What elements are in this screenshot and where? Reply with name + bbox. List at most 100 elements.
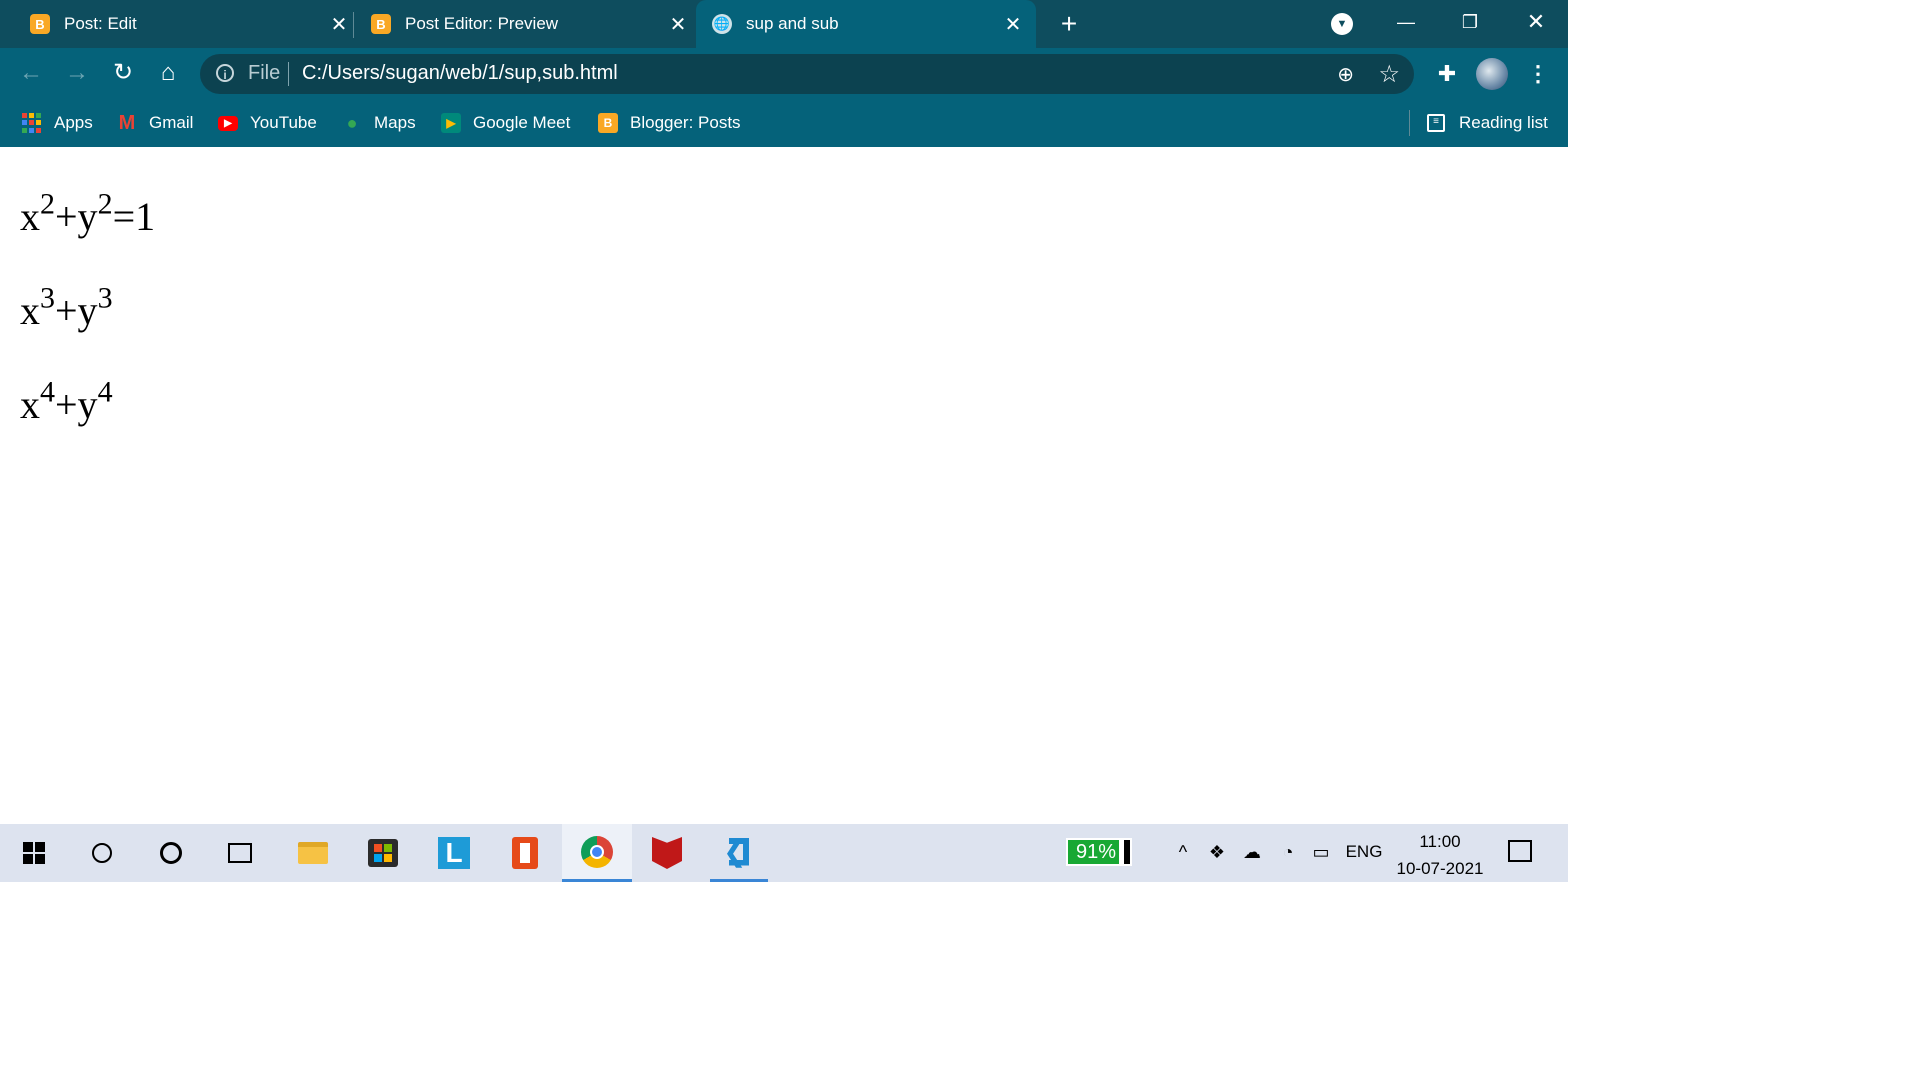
bookmark-youtube[interactable]: ▶ YouTube xyxy=(218,110,317,136)
blogger-icon: B xyxy=(371,14,391,34)
term: +y xyxy=(55,288,98,333)
folder-icon xyxy=(298,842,328,864)
info-icon[interactable]: i xyxy=(216,64,234,82)
tab-divider xyxy=(353,12,354,38)
bookmark-gmail[interactable]: M Gmail xyxy=(117,110,194,136)
bookmark-label: Gmail xyxy=(149,113,194,132)
term: =1 xyxy=(112,194,156,239)
mcafee-icon xyxy=(652,837,682,869)
bookmark-label: Apps xyxy=(54,113,93,132)
home-button[interactable]: ⌂ xyxy=(151,56,185,90)
omnibox-divider xyxy=(288,62,289,86)
url-text[interactable]: C:/Users/sugan/web/1/sup,sub.html xyxy=(302,62,618,85)
task-view-button[interactable] xyxy=(211,824,269,882)
tab-sup-and-sub[interactable]: 🌐 sup and sub ✕ xyxy=(696,0,1036,48)
taskbar-file-explorer[interactable] xyxy=(284,824,342,882)
office-icon xyxy=(512,837,538,869)
page-content: x2+y2=1 x3+y3 x4+y4 xyxy=(20,147,1560,824)
meet-icon: ▶ xyxy=(441,113,461,133)
blogger-icon: B xyxy=(30,14,50,34)
search-button[interactable] xyxy=(73,824,131,882)
language-indicator[interactable]: ENG xyxy=(1344,836,1384,868)
back-button[interactable]: ← xyxy=(14,56,48,90)
new-tab-button[interactable]: + xyxy=(1055,8,1083,40)
taskbar-store[interactable] xyxy=(354,824,412,882)
battery-cap xyxy=(1124,840,1130,864)
gmail-icon: M xyxy=(118,111,136,134)
start-button[interactable] xyxy=(5,824,63,882)
reading-list-button[interactable]: ≡ Reading list xyxy=(1427,110,1548,136)
maps-icon: ● xyxy=(346,112,358,133)
bookmark-google-meet[interactable]: ▶ Google Meet xyxy=(441,110,570,136)
battery-tray-icon[interactable]: ▭ xyxy=(1308,836,1334,868)
task-view-icon xyxy=(228,843,252,863)
chevron-up-icon[interactable]: ^ xyxy=(1172,836,1194,868)
battery-meter[interactable]: 91% xyxy=(1066,838,1132,866)
term: x xyxy=(20,382,40,427)
term: +y xyxy=(55,382,98,427)
close-icon[interactable]: ✕ xyxy=(1002,12,1024,37)
taskbar-chrome[interactable] xyxy=(562,824,632,882)
extensions-puzzle-icon[interactable]: ✚ xyxy=(1432,56,1462,92)
minimize-button[interactable]: — xyxy=(1376,0,1436,44)
clock-time: 11:00 xyxy=(1419,832,1461,851)
close-icon[interactable]: ✕ xyxy=(667,12,689,37)
tab-strip: B Post: Edit ✕ B Post Editor: Preview ✕ … xyxy=(0,0,1568,48)
bookmark-blogger-posts[interactable]: B Blogger: Posts xyxy=(598,110,741,136)
tab-label: sup and sub xyxy=(746,14,839,33)
scheme-label: File xyxy=(248,62,281,84)
term: x xyxy=(20,194,40,239)
reading-list-icon: ≡ xyxy=(1427,114,1445,132)
term: x xyxy=(20,288,40,333)
equation-2: x3+y3 xyxy=(20,283,113,333)
bookmarks-divider xyxy=(1409,110,1410,136)
reload-button[interactable]: ↻ xyxy=(106,56,140,90)
bookmark-label: Google Meet xyxy=(473,113,571,132)
onedrive-cloud-icon[interactable]: ☁ xyxy=(1238,836,1266,868)
close-icon[interactable]: ✕ xyxy=(328,12,350,37)
dropbox-icon[interactable]: ❖ xyxy=(1205,836,1229,868)
tab-search-icon[interactable]: ▼ xyxy=(1331,13,1353,35)
taskbar-mcafee[interactable] xyxy=(638,824,696,882)
forward-button[interactable]: → xyxy=(60,56,94,90)
bookmark-maps[interactable]: ● Maps xyxy=(342,110,416,136)
address-bar[interactable]: i File C:/Users/sugan/web/1/sup,sub.html… xyxy=(200,54,1414,94)
superscript: 3 xyxy=(40,281,55,315)
windows-logo-icon xyxy=(23,842,45,864)
bookmark-label: Maps xyxy=(374,113,416,132)
bookmark-label: Blogger: Posts xyxy=(630,113,741,132)
l-app-icon: L xyxy=(438,837,470,869)
superscript: 3 xyxy=(97,281,113,315)
youtube-icon: ▶ xyxy=(218,115,238,131)
clock[interactable]: 11:00 10-07-2021 xyxy=(1396,828,1484,882)
bookmark-apps[interactable]: Apps xyxy=(22,110,93,136)
taskbar-vscode[interactable] xyxy=(710,824,768,882)
bookmark-star-icon[interactable]: ☆ xyxy=(1378,60,1400,89)
globe-icon: 🌐 xyxy=(712,14,732,34)
bookmark-label: YouTube xyxy=(250,113,317,132)
window-close-button[interactable]: ✕ xyxy=(1506,0,1566,44)
cortana-button[interactable] xyxy=(142,824,200,882)
bookmarks-bar: Apps M Gmail ▶ YouTube ● Maps ▶ Google M… xyxy=(0,100,1568,147)
taskbar-l-app[interactable]: L xyxy=(425,824,483,882)
clock-date: 10-07-2021 xyxy=(1396,859,1484,878)
zoom-icon[interactable]: ⊕ xyxy=(1337,62,1354,87)
apps-grid-icon xyxy=(22,113,42,133)
chrome-menu-icon[interactable]: ⋮ xyxy=(1526,58,1550,90)
battery-percent: 91% xyxy=(1075,841,1117,863)
cortana-icon xyxy=(160,842,182,864)
term: +y xyxy=(55,194,98,239)
equation-3: x4+y4 xyxy=(20,377,113,427)
restore-button[interactable]: ❐ xyxy=(1440,0,1500,44)
blogger-icon: B xyxy=(598,113,618,133)
wifi-icon[interactable]: ◔ xyxy=(1276,836,1300,868)
tab-post-edit[interactable]: B Post: Edit ✕ xyxy=(30,0,350,48)
tab-label: Post Editor: Preview xyxy=(405,14,559,33)
superscript: 2 xyxy=(97,187,113,221)
search-icon xyxy=(92,843,112,863)
profile-avatar[interactable] xyxy=(1476,58,1508,90)
notification-center-icon[interactable] xyxy=(1508,840,1532,862)
tab-post-editor-preview[interactable]: B Post Editor: Preview ✕ xyxy=(371,0,689,48)
taskbar-office[interactable] xyxy=(496,824,554,882)
superscript: 4 xyxy=(97,375,113,409)
